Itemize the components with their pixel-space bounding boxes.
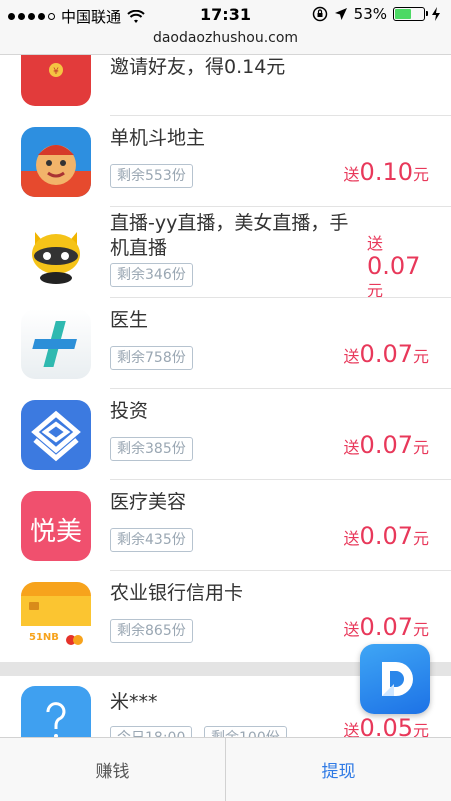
d-logo-icon bbox=[382, 662, 413, 696]
battery-percent: 53% bbox=[353, 5, 387, 23]
remaining-badge: 剩余758份 bbox=[110, 346, 193, 370]
item-title: 投资 bbox=[110, 400, 149, 422]
status-right: 53% bbox=[312, 5, 441, 23]
item-title: 农业银行信用卡 bbox=[110, 582, 244, 604]
list-item[interactable]: 医生 剩余758份 送0.07元 bbox=[0, 298, 451, 389]
remaining-badge: 剩余865份 bbox=[110, 619, 193, 643]
investment-app-icon bbox=[21, 400, 91, 470]
reward-amount: 送0.07元 bbox=[343, 340, 429, 368]
icon-logo-text: 51NB bbox=[29, 632, 59, 643]
item-title: 医生 bbox=[110, 309, 149, 331]
item-title: 单机斗地主 bbox=[110, 127, 206, 149]
item-title: 米*** bbox=[110, 691, 158, 713]
item-title: 邀请好友，得0.14元 bbox=[110, 56, 286, 78]
list-item[interactable]: 单机斗地主 剩余553份 送0.10元 bbox=[0, 116, 451, 207]
reward-amount: 送0.10元 bbox=[343, 158, 429, 186]
remaining-badge: 剩余553份 bbox=[110, 164, 193, 188]
medical-cross-app-icon bbox=[21, 309, 91, 379]
reward-amount: 送0.07元 bbox=[343, 613, 429, 641]
remaining-badge: 剩余435份 bbox=[110, 528, 193, 552]
task-list[interactable]: ¥ 邀请好友，得0.14元 单机斗地主 剩余553份 送0.10元 直播-yy直… bbox=[0, 55, 451, 737]
earn-money-tab[interactable]: 赚钱 bbox=[0, 738, 226, 801]
status-bar: 中国联通 17:31 53% bbox=[0, 0, 451, 30]
bottom-tab-bar: 赚钱 提现 bbox=[0, 737, 451, 801]
charging-bolt-icon bbox=[432, 7, 440, 21]
location-arrow-icon bbox=[334, 8, 347, 20]
list-item[interactable]: 直播-yy直播，美女直播，手机直播 剩余346份 送0.07元 bbox=[0, 207, 451, 300]
question-mark-app-icon bbox=[21, 686, 91, 737]
list-item-invite[interactable]: ¥ 邀请好友，得0.14元 bbox=[0, 55, 451, 116]
icon-logo-text: 悦美 bbox=[29, 517, 82, 547]
floating-logo-button[interactable] bbox=[360, 644, 430, 714]
yy-raccoon-app-icon bbox=[21, 218, 91, 288]
reward-amount: 送0.07元 bbox=[367, 234, 421, 300]
doudizhu-app-icon bbox=[21, 127, 91, 197]
reward-amount: 送0.05元 bbox=[343, 714, 429, 737]
reward-amount: 送0.07元 bbox=[343, 431, 429, 459]
remaining-badge: 剩余346份 bbox=[110, 263, 193, 287]
battery-icon bbox=[393, 7, 428, 21]
list-item[interactable]: 悦美 医疗美容 剩余435份 送0.07元 bbox=[0, 480, 451, 571]
item-title: 直播-yy直播，美女直播，手机直播 bbox=[110, 212, 349, 259]
remaining-badge: 剩余100份 bbox=[204, 726, 287, 737]
item-title: 医疗美容 bbox=[110, 491, 187, 513]
svg-text:¥: ¥ bbox=[53, 67, 59, 77]
time-badge: 今日18:00 bbox=[110, 726, 193, 737]
remaining-badge: 剩余385份 bbox=[110, 437, 193, 461]
url-text: daodaozhushou.com bbox=[152, 30, 299, 46]
reward-amount: 送0.07元 bbox=[343, 522, 429, 550]
rotation-lock-icon bbox=[312, 6, 327, 22]
credit-card-app-icon: 51NB bbox=[21, 582, 91, 652]
withdraw-tab[interactable]: 提现 bbox=[226, 738, 451, 801]
red-envelope-icon: ¥ bbox=[21, 55, 91, 106]
url-bar[interactable]: daodaozhushou.com bbox=[0, 30, 451, 55]
list-item[interactable]: 投资 剩余385份 送0.07元 bbox=[0, 389, 451, 480]
yuemei-app-icon: 悦美 bbox=[21, 491, 91, 561]
